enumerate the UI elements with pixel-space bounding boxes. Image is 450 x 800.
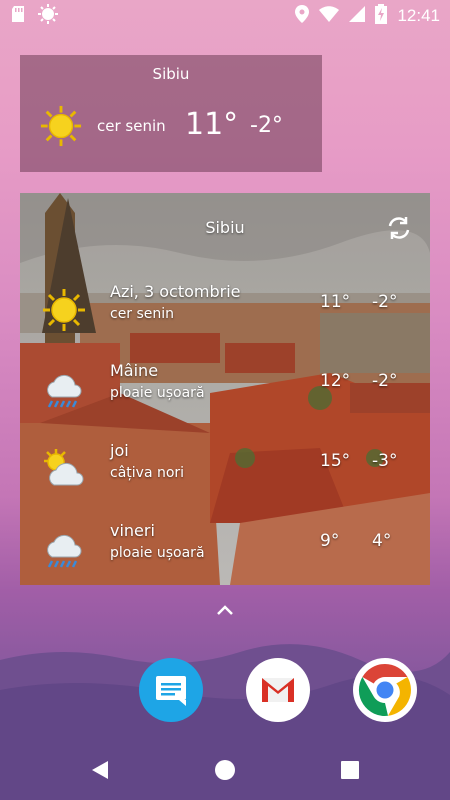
forecast-row[interactable]: Azi, 3 octombrie cer senin 11° -2°: [20, 282, 430, 342]
sun-icon: [43, 289, 85, 331]
home-icon[interactable]: [213, 758, 237, 782]
day-description: câțiva nori: [110, 465, 185, 481]
day-temp-max: 12°: [320, 371, 351, 391]
day-name: vineri: [110, 521, 155, 540]
back-icon[interactable]: [88, 758, 112, 782]
temp-min: -2°: [250, 113, 283, 138]
location-icon: [295, 4, 310, 28]
refresh-icon[interactable]: [386, 215, 412, 241]
day-name: Mâine: [110, 361, 159, 380]
forecast-row[interactable]: Mâine ploaie ușoară 12° -2°: [20, 361, 430, 421]
weather-widget-large[interactable]: Sibiu Azi, 3 octombrie cer senin 11° -2°…: [20, 193, 430, 585]
day-temp-min: -2°: [372, 371, 398, 391]
weather-description: cer senin: [97, 117, 166, 135]
day-name: Azi, 3 octombrie: [110, 282, 241, 301]
clock: 12:41: [397, 6, 440, 25]
status-bar: 12:41: [0, 0, 450, 32]
city-name: Sibiu: [205, 218, 245, 237]
settings-sun-icon: [38, 4, 58, 28]
day-temp-min: 4°: [372, 531, 392, 551]
rain-cloud-icon: [47, 534, 82, 568]
temp-max: 11°: [185, 107, 239, 142]
day-description: ploaie ușoară: [110, 385, 205, 401]
city-name: Sibiu: [152, 65, 190, 83]
chrome-icon[interactable]: [353, 658, 417, 722]
messages-icon[interactable]: [139, 658, 203, 722]
partly-cloudy-icon: [44, 449, 84, 486]
sun-icon: [40, 105, 82, 147]
day-temp-max: 9°: [320, 531, 340, 551]
recents-icon[interactable]: [338, 758, 362, 782]
wifi-icon: [319, 5, 340, 27]
day-description: ploaie ușoară: [110, 545, 205, 561]
gmail-icon[interactable]: [246, 658, 310, 722]
sd-card-icon: [10, 5, 26, 27]
weather-widget-small[interactable]: Sibiu cer senin 11° -2°: [20, 55, 322, 172]
rain-cloud-icon: [47, 374, 82, 408]
signal-icon: [349, 5, 366, 27]
forecast-row[interactable]: joi câțiva nori 15° -3°: [20, 441, 430, 501]
day-temp-min: -2°: [372, 292, 398, 312]
day-temp-max: 11°: [320, 292, 351, 312]
day-description: cer senin: [110, 306, 175, 322]
app-drawer-chevron-icon[interactable]: [214, 602, 236, 618]
day-temp-max: 15°: [320, 451, 351, 471]
day-name: joi: [110, 441, 129, 460]
day-temp-min: -3°: [372, 451, 398, 471]
battery-charging-icon: [375, 3, 388, 29]
forecast-row[interactable]: vineri ploaie ușoară 9° 4°: [20, 521, 430, 581]
